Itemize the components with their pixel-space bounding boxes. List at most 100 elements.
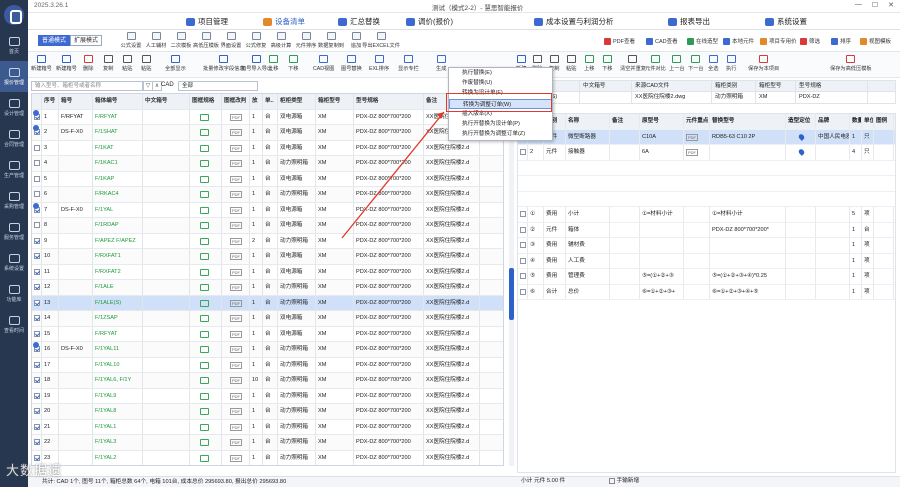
grid-header-8[interactable]: 单..	[263, 94, 278, 109]
row-pdf-cell[interactable]: PDF	[222, 202, 250, 217]
table-row[interactable]: 10 F/RXFAT1 PDF 1 台双电源箱 XM PDX-DZ 800*700*200 X…	[32, 249, 503, 265]
row-checkbox[interactable]	[34, 160, 40, 166]
row-checkbox[interactable]	[34, 423, 40, 430]
frame-icon[interactable]	[200, 439, 209, 446]
detail-tool-4[interactable]: 上移	[584, 55, 594, 72]
row-pdf-cell[interactable]: PDF	[222, 295, 250, 310]
component-locate-cell[interactable]	[786, 207, 816, 222]
pdf-icon[interactable]: PDF	[230, 392, 242, 400]
row-pdf-cell[interactable]: PDF	[222, 109, 250, 124]
row-checkbox[interactable]	[34, 330, 40, 337]
row-checkbox[interactable]	[34, 175, 40, 182]
nav-tab-2[interactable]: 汇总替换	[338, 16, 380, 27]
row-checkbox-cell[interactable]	[32, 171, 42, 186]
grid-header-7[interactable]: 放	[250, 94, 263, 109]
component-locate-cell[interactable]	[786, 253, 816, 268]
frame-icon[interactable]	[200, 160, 209, 167]
grid-header-0[interactable]	[32, 94, 42, 109]
nav-tab-1[interactable]: 设备清单	[263, 16, 305, 27]
row-checkbox-cell[interactable]	[32, 404, 42, 419]
row-checkbox[interactable]	[34, 237, 40, 244]
pdf-icon[interactable]: PDF	[230, 454, 242, 462]
row-checkbox[interactable]	[34, 299, 40, 306]
row-pdf-cell[interactable]: PDF	[222, 264, 250, 279]
row-pdf-cell[interactable]: PDF	[222, 280, 250, 295]
frame-icon[interactable]	[200, 392, 209, 400]
box-tool-2[interactable]: 删除	[83, 55, 93, 72]
context-menu-item-5[interactable]: 执行开替换为设计单(P)	[449, 119, 552, 129]
row-frame-cell[interactable]	[190, 249, 222, 264]
sidebar-item-3[interactable]: 合同管理	[0, 123, 28, 154]
table-row[interactable]: 5 F/1KAP PDF 1 台双电源箱 XM PDX-DZ 800*700*200 XX医院…	[32, 171, 503, 187]
frame-icon[interactable]	[200, 191, 209, 198]
component-pdf-cell[interactable]	[684, 207, 710, 222]
component-row[interactable]: ⑥ 合计 总价 ⑥=①+②+③+ ⑥=①+②+③+④+⑤ 1 项	[518, 284, 895, 300]
component-locate-cell[interactable]	[786, 238, 816, 253]
frame-icon[interactable]	[200, 284, 209, 291]
maximize-icon[interactable]: ☐	[872, 1, 878, 9]
table-row[interactable]: 2 DS-F-X0 F/1SHAT PDF 1 台双电源箱 XM PDX-DZ 800*700…	[32, 125, 503, 141]
component-checkbox[interactable]	[520, 211, 526, 217]
row-checkbox[interactable]	[34, 191, 40, 197]
sidebar-item-2[interactable]: 设计管理	[0, 92, 28, 123]
component-pdf-cell[interactable]	[684, 222, 710, 237]
row-checkbox-cell[interactable]	[32, 140, 42, 155]
search-input[interactable]: 输入型号、箱柜号或者名称	[31, 81, 143, 91]
box-tool-3[interactable]: 复制	[103, 55, 113, 72]
frame-icon[interactable]	[200, 408, 209, 415]
context-menu-item-0[interactable]: 执行替换(E)	[449, 68, 552, 78]
row-checkbox-cell[interactable]	[32, 233, 42, 248]
row-checkbox[interactable]	[34, 392, 40, 399]
right-tool-5[interactable]: 筛选	[800, 37, 820, 45]
row-pdf-cell[interactable]: PDF	[222, 218, 250, 233]
mode-normal-button[interactable]: 普通模式	[38, 35, 71, 46]
row-frame-cell[interactable]	[190, 264, 222, 279]
row-frame-cell[interactable]	[190, 218, 222, 233]
row-pdf-cell[interactable]: PDF	[222, 125, 250, 140]
right-tool-7[interactable]: 视图模板	[860, 37, 891, 45]
right-tool-2[interactable]: 在线造型	[687, 37, 718, 45]
right-tool-4[interactable]: 项目专用价	[760, 37, 797, 45]
component-checkbox-cell[interactable]	[518, 238, 528, 253]
table-row[interactable]: 21 F/1YAL1 PDF 1 台动力照明箱 XM PDX-DZ 800*700*200 X…	[32, 419, 503, 435]
component-locate-cell[interactable]	[786, 129, 816, 144]
pdf-icon[interactable]: PDF	[230, 144, 242, 152]
row-checkbox[interactable]	[34, 253, 40, 259]
row-checkbox-cell[interactable]	[32, 373, 42, 388]
row-frame-cell[interactable]	[190, 233, 222, 248]
component-row[interactable]: 2 元件 接触器 6A PDF 4 只	[518, 145, 895, 161]
pdf-icon[interactable]: PDF	[230, 113, 242, 121]
row-frame-cell[interactable]	[190, 357, 222, 372]
component-checkbox-cell[interactable]	[518, 222, 528, 237]
pdf-icon[interactable]: PDF	[230, 268, 242, 276]
grid-header-5[interactable]: 图框规格	[190, 94, 222, 109]
box-tool-12[interactable]: 图号替换	[341, 55, 362, 72]
table-row[interactable]: 4 F/1KAC1 PDF 1 台动力照明箱 XM PDX-DZ 800*700*200 XX…	[32, 156, 503, 172]
frame-icon[interactable]	[200, 454, 209, 462]
box-tool-7[interactable]: 批量修改字段信息	[203, 55, 245, 72]
component-row[interactable]: 1元件微型断路器C10APDFRDB5-63 C10 2P中国人民电器1只	[518, 129, 895, 145]
pdf-icon[interactable]: PDF	[230, 439, 242, 446]
pdf-icon[interactable]: PDF	[230, 129, 242, 136]
component-checkbox[interactable]	[520, 257, 526, 264]
grid-header-3[interactable]: 箱体编号	[93, 94, 143, 109]
frame-icon[interactable]	[200, 222, 209, 229]
right-tool-0[interactable]: PDF查看	[604, 37, 635, 45]
table-row[interactable]: 18 F/1YAL6, F/1Y PDF 10 台动力照明箱 XM PDX-DZ 800*7…	[32, 373, 503, 389]
nav-tab-3[interactable]: 调价(报价)	[406, 16, 453, 27]
frame-icon[interactable]	[200, 144, 209, 152]
component-checkbox-cell[interactable]	[518, 269, 528, 284]
row-pdf-cell[interactable]: PDF	[222, 419, 250, 434]
detail-tool-11[interactable]: 执行	[726, 55, 736, 72]
sidebar-item-0[interactable]: 首页	[0, 30, 28, 61]
sidebar-item-8[interactable]: 功能库	[0, 278, 28, 309]
pdf-icon[interactable]: PDF	[230, 175, 242, 183]
component-locate-cell[interactable]	[786, 145, 816, 160]
component-row[interactable]: ④ 费用 人工费 1 项	[518, 253, 895, 269]
table-row[interactable]: 23 F/1YAL2 PDF 1 台动力照明箱 XM PDX-DZ 800*700*200 X…	[32, 450, 503, 465]
row-frame-cell[interactable]	[190, 450, 222, 465]
component-checkbox-cell[interactable]	[518, 253, 528, 268]
detail-tool-12[interactable]: 保存为本项目	[748, 55, 779, 72]
nav-tab-6[interactable]: 系统设置	[765, 16, 807, 27]
pdf-icon[interactable]: PDF	[230, 361, 242, 369]
